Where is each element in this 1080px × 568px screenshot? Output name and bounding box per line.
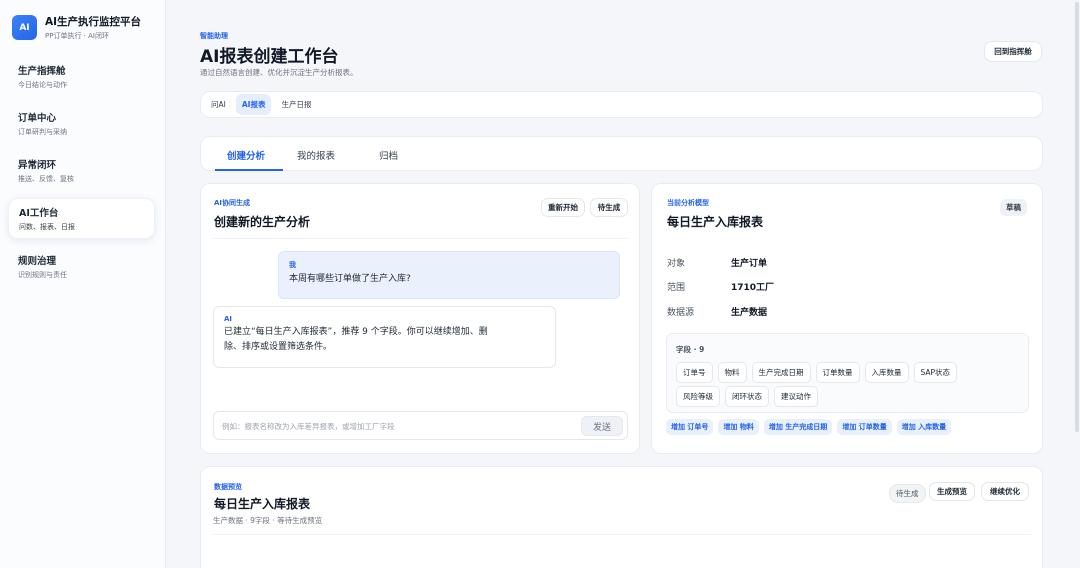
sidebar-item-sub: 识别规则与责任 xyxy=(18,271,67,279)
sidebar-nav: 生产指挥舱 今日结论与动作 订单中心 订单研判与采纳 异常闭环 推送、反馈、复核… xyxy=(0,57,165,286)
ai-message-line: 除、排序或设置筛选条件。 xyxy=(224,342,333,352)
preview-title: 每日生产入库报表 xyxy=(214,497,311,511)
sidebar-item-label: AI工作台 xyxy=(19,208,59,219)
ai-label: AI xyxy=(224,315,233,323)
model-row-datasource: 数据源 生产数据 xyxy=(667,305,767,318)
brand: AI AI生产执行监控平台 PP订单执行 · AI闭环 xyxy=(0,0,165,41)
user-message: 本周有哪些订单做了生产入库? xyxy=(289,274,411,284)
tab-archive[interactable]: 归档 xyxy=(379,148,398,162)
fields-box: 字段 · 9 订单号 物料 生产完成日期 订单数量 入库数量 SAP状态 风险等… xyxy=(666,333,1029,413)
back-to-command-center-button[interactable]: 回到指挥舱 xyxy=(984,41,1042,62)
field-chip[interactable]: 闭环状态 xyxy=(725,386,769,407)
preview-eyebrow: 数据预览 xyxy=(214,483,242,491)
field-chip[interactable]: 订单数量 xyxy=(815,362,860,383)
pending-status-button[interactable]: 待生成 xyxy=(590,198,628,217)
brand-title: AI生产执行监控平台 xyxy=(45,16,142,28)
ai-message-bubble: AI 已建立“每日生产入库报表”，推荐 9 个字段。你可以继续增加、删 除、排序… xyxy=(213,306,556,368)
subtab-ask-ai[interactable]: 问AI xyxy=(205,94,232,115)
model-row-scope: 范围 1710工厂 xyxy=(667,280,774,293)
fields-count-label: 字段 · 9 xyxy=(676,345,705,354)
restart-button[interactable]: 重新开始 xyxy=(541,198,585,217)
page-scrollbar[interactable] xyxy=(1075,2,1079,432)
sidebar-item-orders[interactable]: 订单中心 订单研判与采纳 xyxy=(8,104,155,143)
model-eyebrow: 当前分析模型 xyxy=(667,199,709,207)
model-row-key: 对象 xyxy=(667,259,686,269)
active-tab-indicator xyxy=(215,169,283,171)
sidebar-item-exceptions[interactable]: 异常闭环 推送、反馈、复核 xyxy=(8,151,155,190)
sidebar-item-label: 生产指挥舱 xyxy=(18,66,66,77)
tab-bar: 创建分析 我的报表 归档 xyxy=(200,136,1043,171)
subtab-ai-report[interactable]: AI报表 xyxy=(235,94,272,115)
model-row-key: 数据源 xyxy=(667,308,695,318)
field-chip[interactable]: 入库数量 xyxy=(864,362,909,383)
ai-message-line: 已建立“每日生产入库报表”，推荐 9 个字段。你可以继续增加、删 xyxy=(224,327,488,337)
sidebar-item-label: 规则治理 xyxy=(18,256,57,267)
user-message-bubble: 我 本周有哪些订单做了生产入库? xyxy=(278,251,620,299)
sidebar-item-rules[interactable]: 规则治理 识别规则与责任 xyxy=(8,247,155,286)
chat-panel: AI协同生成 创建新的生产分析 重新开始 待生成 我 本周有哪些订单做了生产入库… xyxy=(200,183,640,454)
sidebar-item-sub: 今日结论与动作 xyxy=(18,81,67,89)
analysis-model-panel: 当前分析模型 每日生产入库报表 草稿 对象 生产订单 范围 1710工厂 数据源 生产… xyxy=(651,183,1043,454)
add-field-chip[interactable]: 增加 物料 xyxy=(718,419,759,435)
page-eyebrow: 智能助理 xyxy=(200,32,228,40)
model-title: 每日生产入库报表 xyxy=(667,215,764,229)
generate-preview-button[interactable]: 生成预览 xyxy=(929,482,975,501)
chat-eyebrow: AI协同生成 xyxy=(214,199,251,207)
tab-my-reports[interactable]: 我的报表 xyxy=(297,148,335,162)
sidebar-item-sub: 推送、反馈、复核 xyxy=(18,175,74,183)
field-chip-row: 订单号 物料 生产完成日期 订单数量 入库数量 SAP状态 xyxy=(676,362,958,383)
main-content: 智能助理 AI报表创建工作台 通过自然语言创建、优化并沉淀生产分析报表。 回到指… xyxy=(166,0,1080,568)
model-row-key: 范围 xyxy=(667,283,686,293)
sidebar-item-command-center[interactable]: 生产指挥舱 今日结论与动作 xyxy=(8,57,155,96)
sidebar-item-sub: 问数、报表、日报 xyxy=(19,223,75,231)
draft-badge: 草稿 xyxy=(1000,199,1027,216)
divider xyxy=(213,238,628,239)
field-chip-row: 风险等级 闭环状态 建议动作 xyxy=(676,386,818,407)
page-title: AI报表创建工作台 xyxy=(200,47,339,67)
model-row-value: 生产订单 xyxy=(731,259,768,269)
model-row-value: 1710工厂 xyxy=(731,283,775,293)
add-field-chip[interactable]: 增加 订单数量 xyxy=(837,419,892,435)
field-chip[interactable]: 物料 xyxy=(717,362,747,383)
chat-title: 创建新的生产分析 xyxy=(214,215,311,229)
brand-subtitle: PP订单执行 · AI闭环 xyxy=(45,32,109,40)
chat-input[interactable] xyxy=(222,418,562,434)
preview-subtitle: 生产数据 · 9字段 · 等待生成预览 xyxy=(213,516,323,525)
sidebar: AI AI生产执行监控平台 PP订单执行 · AI闭环 生产指挥舱 今日结论与动… xyxy=(0,0,166,568)
sidebar-item-label: 订单中心 xyxy=(18,113,57,124)
send-button[interactable]: 发送 xyxy=(581,416,623,436)
page-description: 通过自然语言创建、优化并沉淀生产分析报表。 xyxy=(200,68,358,77)
add-field-suggestions: 增加 订单号 增加 物料 增加 生产完成日期 增加 订单数量 增加 入库数量 xyxy=(666,419,952,435)
field-chip[interactable]: SAP状态 xyxy=(913,362,958,383)
tab-create-analysis[interactable]: 创建分析 xyxy=(227,148,265,162)
field-chip[interactable]: 风险等级 xyxy=(676,386,720,407)
preview-status-badge: 待生成 xyxy=(889,484,926,503)
model-row-object: 对象 生产订单 xyxy=(667,256,767,269)
brand-logo: AI xyxy=(12,15,37,40)
field-chip[interactable]: 生产完成日期 xyxy=(751,362,811,383)
field-chip[interactable]: 建议动作 xyxy=(774,386,818,407)
add-field-chip[interactable]: 增加 入库数量 xyxy=(896,419,952,435)
sidebar-item-sub: 订单研判与采纳 xyxy=(18,128,67,136)
subtab-daily-report[interactable]: 生产日报 xyxy=(275,94,317,115)
subtab-bar: 问AI AI报表 生产日报 xyxy=(200,91,1043,118)
divider xyxy=(213,534,1031,535)
user-label: 我 xyxy=(289,261,296,269)
data-preview-panel: 数据预览 每日生产入库报表 生产数据 · 9字段 · 等待生成预览 待生成 生成… xyxy=(200,466,1043,568)
chat-input-row: 发送 xyxy=(213,411,628,440)
model-row-value: 生产数据 xyxy=(731,308,768,318)
sidebar-item-ai-workbench[interactable]: AI工作台 问数、报表、日报 xyxy=(8,198,155,239)
continue-optimize-button[interactable]: 继续优化 xyxy=(981,482,1029,501)
sidebar-item-label: 异常闭环 xyxy=(18,160,57,171)
field-chip[interactable]: 订单号 xyxy=(676,362,713,383)
add-field-chip[interactable]: 增加 订单号 xyxy=(666,419,714,435)
add-field-chip[interactable]: 增加 生产完成日期 xyxy=(763,419,833,435)
